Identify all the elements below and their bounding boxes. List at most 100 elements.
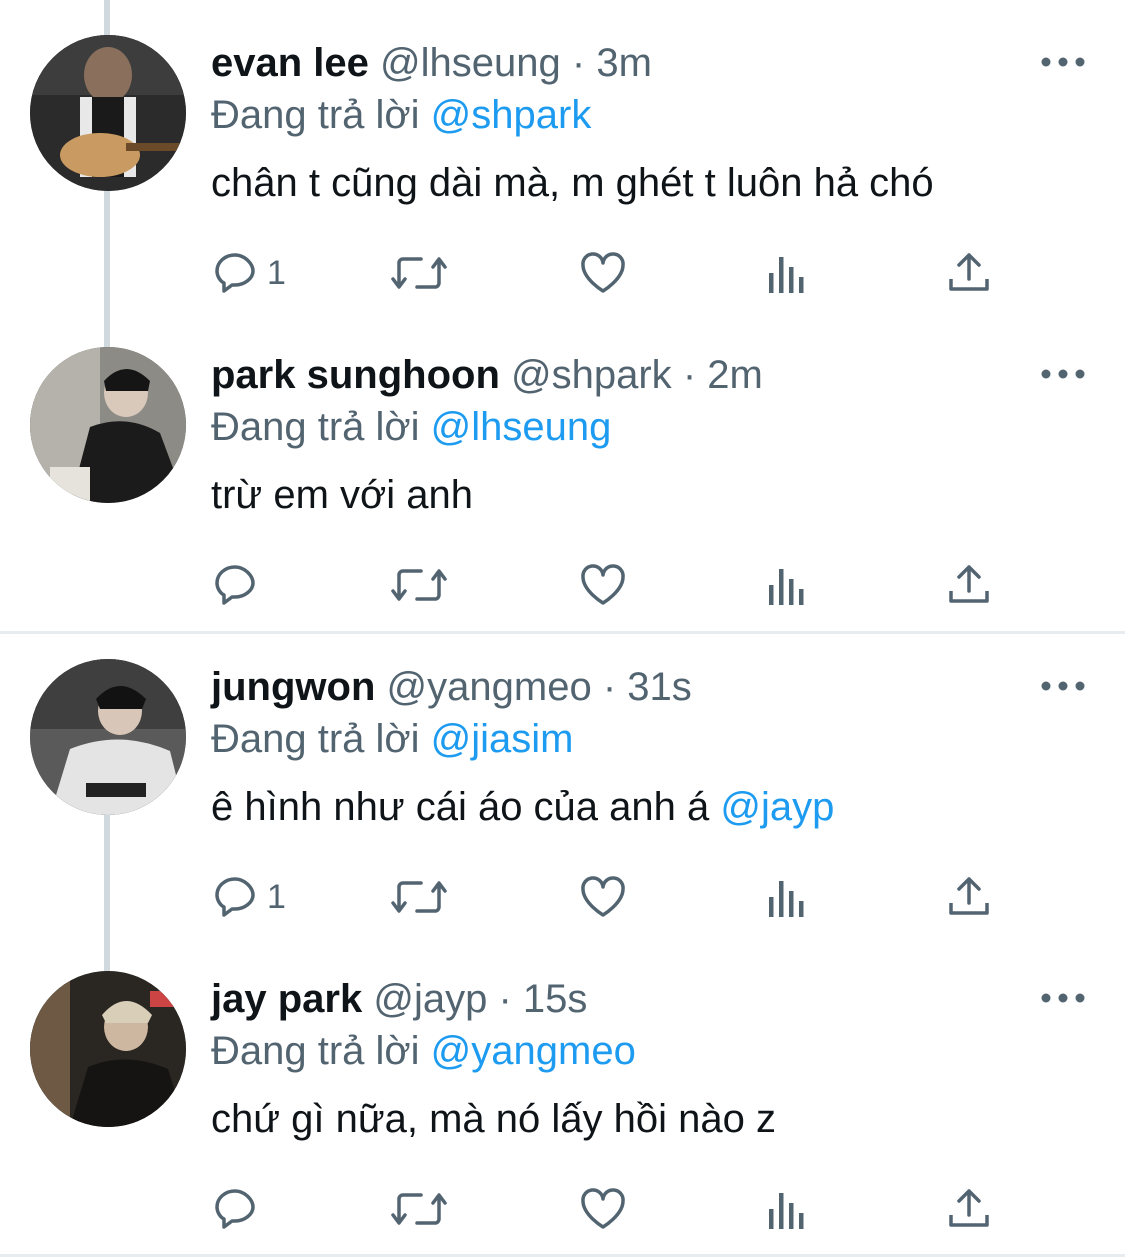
- retweet-button[interactable]: [389, 557, 449, 613]
- bottom-divider: [0, 1254, 1125, 1257]
- reply-bubble-icon: [211, 1185, 259, 1233]
- like-button[interactable]: [577, 557, 629, 613]
- more-dots-icon[interactable]: [1040, 52, 1086, 72]
- handle[interactable]: @jayp: [373, 977, 487, 1021]
- replying-to-label: Đang trả lời: [211, 93, 420, 137]
- handle[interactable]: @shpark: [511, 353, 672, 397]
- replying-to: Đang trả lời @shpark: [211, 92, 591, 138]
- tweet-item[interactable]: park sunghoon @shpark · 2m Đang trả lời …: [0, 312, 1125, 624]
- tweet-header: jungwon @yangmeo · 31s: [211, 664, 692, 710]
- views-button[interactable]: [765, 869, 809, 925]
- separator: ·: [682, 353, 697, 397]
- tweet-text: trừ em với anh: [211, 472, 473, 518]
- reply-button[interactable]: 1: [211, 245, 286, 301]
- retweet-icon: [389, 561, 449, 609]
- avatar[interactable]: [30, 347, 186, 503]
- replying-to-label: Đang trả lời: [211, 717, 420, 761]
- heart-icon: [577, 873, 629, 921]
- retweet-button[interactable]: [389, 245, 449, 301]
- replying-to-label: Đang trả lời: [211, 405, 420, 449]
- retweet-icon: [389, 873, 449, 921]
- more-dots-icon[interactable]: [1040, 988, 1086, 1008]
- views-bars-icon: [765, 249, 809, 297]
- avatar[interactable]: [30, 35, 186, 191]
- replying-to: Đang trả lời @yangmeo: [211, 1028, 636, 1074]
- reply-button[interactable]: [211, 1181, 267, 1237]
- tweet-item[interactable]: evan lee @lhseung · 3m Đang trả lời @shp…: [0, 0, 1125, 312]
- retweet-button[interactable]: [389, 869, 449, 925]
- reply-count: 1: [267, 877, 286, 916]
- share-button[interactable]: [945, 869, 993, 925]
- tweet-actions: [211, 1181, 1011, 1237]
- heart-icon: [577, 249, 629, 297]
- like-button[interactable]: [577, 1181, 629, 1237]
- timestamp[interactable]: 15s: [523, 977, 588, 1021]
- replying-to-mention[interactable]: @yangmeo: [431, 1029, 636, 1073]
- share-upload-icon: [945, 561, 993, 609]
- replying-to-mention[interactable]: @lhseung: [431, 405, 612, 449]
- timestamp[interactable]: 31s: [627, 665, 692, 709]
- timestamp[interactable]: 2m: [707, 353, 763, 397]
- views-button[interactable]: [765, 245, 809, 301]
- retweet-button[interactable]: [389, 1181, 449, 1237]
- retweet-icon: [389, 249, 449, 297]
- like-button[interactable]: [577, 245, 629, 301]
- share-button[interactable]: [945, 245, 993, 301]
- tweet-header: park sunghoon @shpark · 2m: [211, 352, 763, 398]
- tweet-item[interactable]: jay park @jayp · 15s Đang trả lời @yangm…: [0, 936, 1125, 1248]
- views-bars-icon: [765, 1185, 809, 1233]
- tweet-header: jay park @jayp · 15s: [211, 976, 587, 1022]
- separator: ·: [571, 41, 586, 85]
- tweet-text-content: ê hình như cái áo của anh á: [211, 785, 721, 829]
- share-button[interactable]: [945, 1181, 993, 1237]
- replying-to: Đang trả lời @jiasim: [211, 716, 574, 762]
- share-upload-icon: [945, 249, 993, 297]
- reply-thread-feed: evan lee @lhseung · 3m Đang trả lời @shp…: [0, 0, 1125, 1258]
- tweet-actions: 1: [211, 869, 1011, 925]
- share-upload-icon: [945, 1185, 993, 1233]
- separator: ·: [602, 665, 617, 709]
- reply-bubble-icon: [211, 249, 259, 297]
- like-button[interactable]: [577, 869, 629, 925]
- tweet-mention[interactable]: @jayp: [720, 785, 834, 829]
- display-name[interactable]: evan lee: [211, 41, 369, 85]
- replying-to: Đang trả lời @lhseung: [211, 404, 611, 450]
- avatar[interactable]: [30, 659, 186, 815]
- tweet-text: chân t cũng dài mà, m ghét t luôn hả chó: [211, 160, 934, 206]
- reply-button[interactable]: [211, 557, 267, 613]
- reply-button[interactable]: 1: [211, 869, 286, 925]
- reply-bubble-icon: [211, 873, 259, 921]
- share-upload-icon: [945, 873, 993, 921]
- more-dots-icon[interactable]: [1040, 364, 1086, 384]
- share-button[interactable]: [945, 557, 993, 613]
- separator: ·: [498, 977, 512, 1021]
- tweet-item[interactable]: jungwon @yangmeo · 31s Đang trả lời @jia…: [0, 624, 1125, 936]
- heart-icon: [577, 1185, 629, 1233]
- display-name[interactable]: jay park: [211, 977, 362, 1021]
- more-dots-icon[interactable]: [1040, 676, 1086, 696]
- handle[interactable]: @lhseung: [380, 41, 561, 85]
- heart-icon: [577, 561, 629, 609]
- tweet-actions: [211, 557, 1011, 613]
- tweet-header: evan lee @lhseung · 3m: [211, 40, 652, 86]
- handle[interactable]: @yangmeo: [387, 665, 592, 709]
- display-name[interactable]: jungwon: [211, 665, 375, 709]
- tweet-text: chứ gì nữa, mà nó lấy hồi nào z: [211, 1096, 776, 1142]
- reply-count: 1: [267, 253, 286, 292]
- retweet-icon: [389, 1185, 449, 1233]
- replying-to-mention[interactable]: @jiasim: [431, 717, 574, 761]
- views-bars-icon: [765, 873, 809, 921]
- tweet-actions: 1: [211, 245, 1011, 301]
- display-name[interactable]: park sunghoon: [211, 353, 500, 397]
- tweet-text-content: chân t cũng dài mà, m ghét t luôn hả chó: [211, 161, 934, 205]
- views-bars-icon: [765, 561, 809, 609]
- reply-bubble-icon: [211, 561, 259, 609]
- views-button[interactable]: [765, 1181, 809, 1237]
- tweet-text-content: chứ gì nữa, mà nó lấy hồi nào z: [211, 1097, 776, 1141]
- views-button[interactable]: [765, 557, 809, 613]
- avatar[interactable]: [30, 971, 186, 1127]
- tweet-text: ê hình như cái áo của anh á @jayp: [211, 784, 834, 830]
- timestamp[interactable]: 3m: [596, 41, 652, 85]
- replying-to-label: Đang trả lời: [211, 1029, 420, 1073]
- replying-to-mention[interactable]: @shpark: [431, 93, 592, 137]
